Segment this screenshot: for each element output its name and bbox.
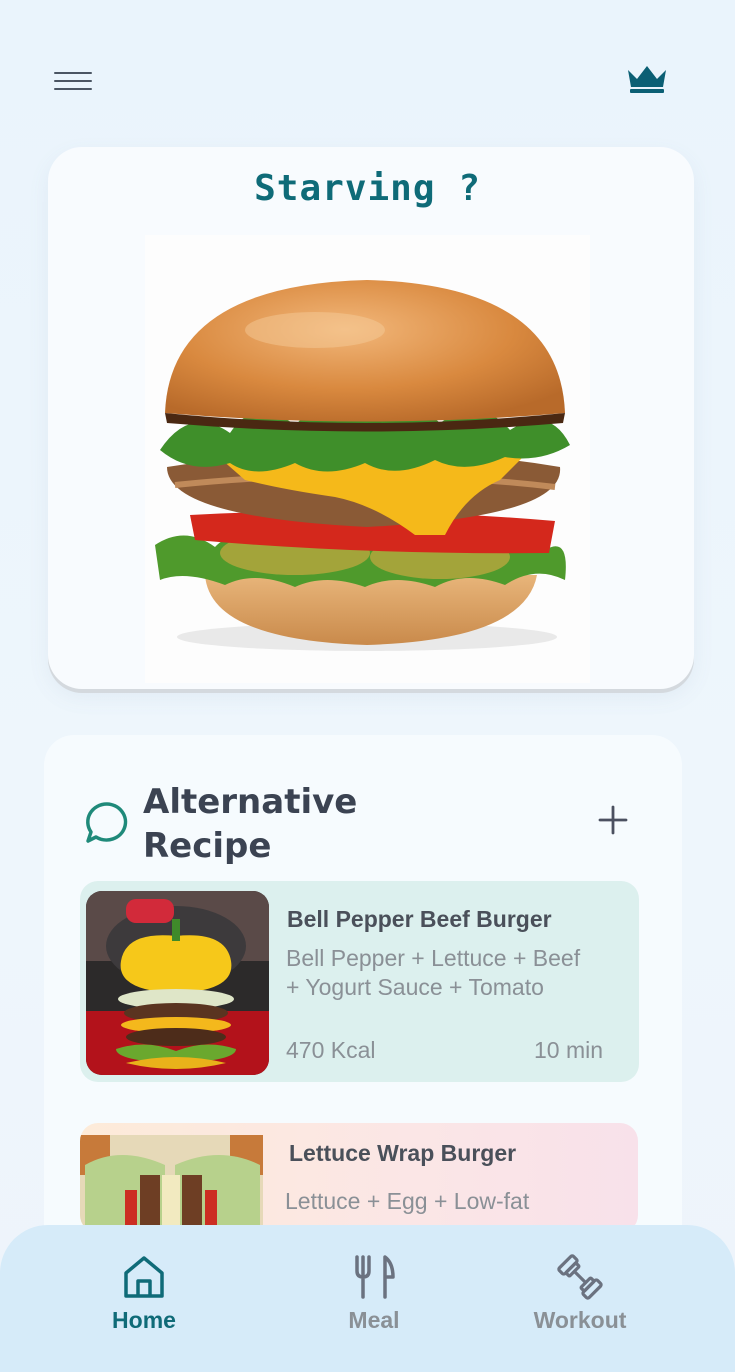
nav-meal[interactable]: Meal <box>274 1225 474 1372</box>
home-icon <box>124 1256 164 1298</box>
nav-workout-label: Workout <box>533 1307 627 1333</box>
plus-icon[interactable] <box>596 803 630 837</box>
section-title-line1: Alternative <box>143 782 358 822</box>
nav-meal-label: Meal <box>348 1307 400 1333</box>
dumbbell-icon <box>557 1254 603 1300</box>
recipe-name: Bell Pepper Beef Burger <box>287 906 552 932</box>
lettuce-wrap-burger-image <box>80 1135 263 1233</box>
recipe-ingredients: Bell Pepper + Lettuce + Beef + Yogurt Sa… <box>286 944 626 1002</box>
section-title-line2: Recipe <box>143 826 272 866</box>
chat-bubble-icon <box>84 800 130 846</box>
recipe-name: Lettuce Wrap Burger <box>289 1140 517 1166</box>
recipe-time: 10 min <box>534 1037 604 1063</box>
recipe-card-lettuce-wrap-burger[interactable]: Lettuce Wrap Burger Lettuce + Egg + Low-… <box>80 1123 638 1233</box>
recipe-ingredients-line1: Lettuce + Egg + Low-fat <box>285 1188 530 1214</box>
recipe-kcal: 470 Kcal <box>286 1037 376 1063</box>
nav-home-label: Home <box>112 1307 176 1333</box>
bottom-nav: Home Meal Workout <box>0 1225 735 1372</box>
hamburger-menu-icon[interactable] <box>54 72 92 94</box>
top-bar <box>0 0 735 140</box>
hero-title: Starving ? <box>254 168 481 209</box>
recipe-ingredients: Lettuce + Egg + Low-fat <box>285 1187 625 1216</box>
nav-workout[interactable]: Workout <box>480 1225 680 1372</box>
cheeseburger-image <box>145 235 590 683</box>
recipe-ingredients-line2: + Yogurt Sauce + Tomato <box>286 974 544 1000</box>
nav-home[interactable]: Home <box>44 1225 244 1372</box>
crown-icon[interactable] <box>624 60 670 100</box>
fork-knife-icon <box>355 1255 395 1299</box>
section-title: Alternative Recipe <box>143 780 403 868</box>
recipe-ingredients-line1: Bell Pepper + Lettuce + Beef <box>286 945 581 971</box>
recipe-card-bell-pepper-burger[interactable]: Bell Pepper Beef Burger Bell Pepper + Le… <box>80 881 639 1082</box>
bell-pepper-burger-image <box>86 891 269 1075</box>
